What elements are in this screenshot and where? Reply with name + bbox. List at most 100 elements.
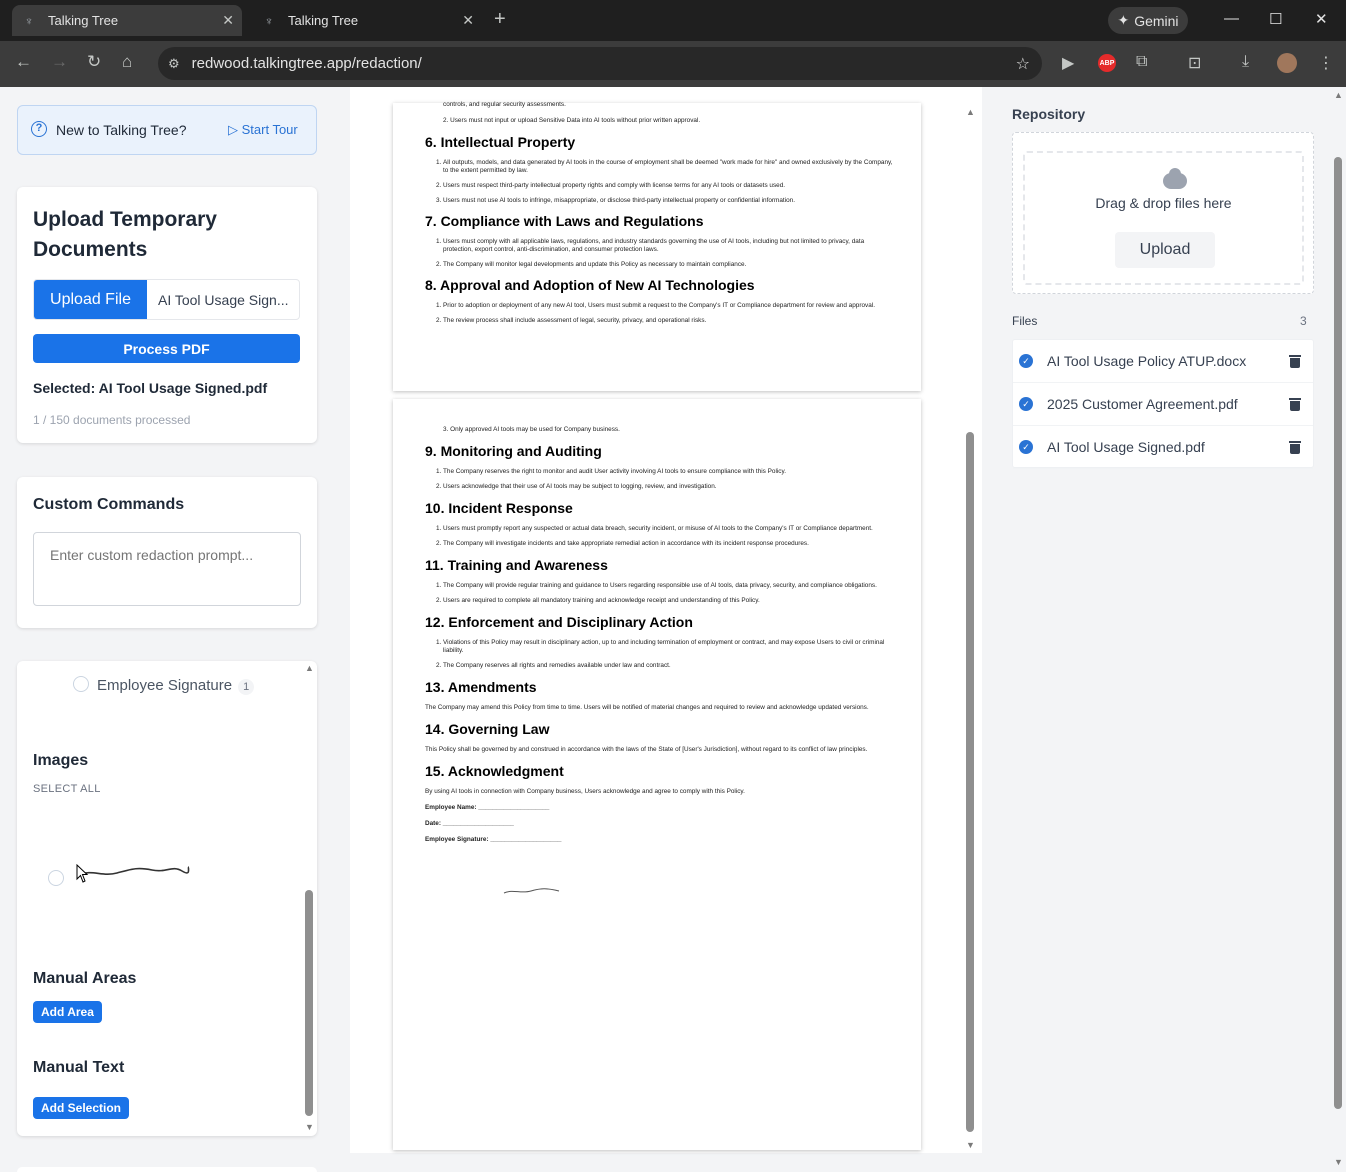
check-circle-icon: ✓ — [1019, 354, 1033, 368]
add-area-button[interactable]: Add Area — [33, 1001, 102, 1023]
custom-commands-title: Custom Commands — [33, 496, 185, 513]
date-field: Date: ____________________ — [425, 820, 514, 827]
pdf-list-item: 2. The review process shall include asses… — [436, 317, 707, 324]
page1-content: controls, and regular security assessmen… — [425, 101, 895, 325]
maximize-icon[interactable]: ☐ — [1269, 10, 1282, 28]
repository-panel: Repository Drag & drop files here Upload… — [1000, 87, 1330, 1172]
adblock-icon[interactable]: ABP — [1098, 54, 1116, 72]
file-name: AI Tool Usage Signed.pdf — [1047, 439, 1205, 455]
download-icon[interactable]: ⤓ — [1242, 53, 1249, 71]
dropzone[interactable]: Drag & drop files here Upload — [1012, 132, 1314, 294]
pdf-list-item: 1. Users must promptly report any suspect… — [436, 525, 873, 532]
files-count: 3 — [1300, 314, 1307, 328]
file-name: 2025 Customer Agreement.pdf — [1047, 396, 1238, 412]
check-circle-icon: ✓ — [1019, 440, 1033, 454]
tour-banner: ? New to Talking Tree? ▷ Start Tour — [17, 105, 317, 155]
page-scrollbar[interactable] — [1334, 157, 1342, 1109]
page-scroll-down-icon[interactable]: ▼ — [1334, 1157, 1343, 1167]
tab-search-icon[interactable]: ⊡ — [1188, 53, 1201, 73]
help-icon: ? — [31, 121, 47, 137]
tab-title: Talking Tree — [48, 13, 119, 28]
pdf-heading: 10. Incident Response — [425, 500, 573, 516]
viewer-scroll-up-icon[interactable]: ▲ — [966, 107, 975, 117]
custom-prompt-input[interactable] — [33, 532, 301, 606]
pdf-paragraph: This Policy shall be governed by and con… — [425, 746, 868, 753]
pdf-heading: 8. Approval and Adoption of New AI Techn… — [425, 277, 755, 293]
images-title: Images — [33, 752, 89, 769]
pdf-list-item: 1. The Company reserves the right to moni… — [436, 468, 787, 475]
add-selection-button[interactable]: Add Selection — [33, 1097, 130, 1119]
start-tour-button[interactable]: ▷ Start Tour — [228, 122, 298, 138]
scroll-down-arrow-icon[interactable]: ▼ — [305, 1122, 314, 1132]
files-label: Files — [1012, 314, 1038, 328]
home-icon[interactable]: ⌂ — [122, 52, 132, 72]
custom-commands-card: Custom Commands — [17, 477, 317, 628]
repository-upload-button[interactable]: Upload — [1115, 232, 1215, 268]
scroll-up-arrow-icon[interactable]: ▲ — [305, 663, 314, 673]
trash-icon[interactable] — [1289, 440, 1301, 454]
pdf-paragraph: The Company may amend this Policy from t… — [425, 704, 869, 711]
trash-icon[interactable] — [1289, 354, 1301, 368]
close-tab-icon[interactable]: ✕ — [222, 12, 234, 29]
entities-scrollbar[interactable] — [305, 890, 313, 1116]
process-pdf-button[interactable]: Process PDF — [33, 334, 300, 363]
signature-image-thumbnail[interactable] — [77, 857, 192, 885]
pdf-heading: 7. Compliance with Laws and Regulations — [425, 213, 704, 229]
tab-talking-tree[interactable]: ♆ Talking Tree ✕ — [252, 5, 482, 36]
browser-toolbar: ← → ↻ ⌂ ⚙ redwood.talkingtree.app/redact… — [0, 41, 1346, 87]
tab-talking-tree-active[interactable]: ♆ Talking Tree ✕ — [12, 5, 242, 36]
reload-icon[interactable]: ↻ — [87, 52, 101, 72]
pdf-line: 2. Users must not input or upload Sensit… — [443, 117, 701, 124]
dropzone-inner: Drag & drop files here Upload — [1023, 151, 1304, 285]
tour-text: New to Talking Tree? — [56, 122, 187, 138]
employee-signature-label: Employee Signature — [97, 677, 233, 694]
site-settings-icon[interactable]: ⚙ — [168, 56, 180, 72]
chosen-file-name: AI Tool Usage Sign... — [158, 291, 289, 308]
drag-drop-text: Drag & drop files here — [1095, 195, 1232, 211]
pdf-heading: 6. Intellectual Property — [425, 134, 576, 150]
files-list: ✓ AI Tool Usage Policy ATUP.docx ✓ 2025 … — [1012, 339, 1314, 469]
list-item[interactable]: ✓ AI Tool Usage Policy ATUP.docx — [1013, 340, 1313, 383]
file-picker: Upload File AI Tool Usage Sign... — [33, 279, 300, 320]
close-tab-icon[interactable]: ✕ — [462, 12, 474, 29]
manual-text-title: Manual Text — [33, 1059, 125, 1076]
pdf-list-item: 2. The Company reserves all rights and re… — [436, 662, 671, 669]
viewer-scroll-down-icon[interactable]: ▼ — [966, 1140, 975, 1150]
forward-icon[interactable]: → — [51, 52, 68, 72]
minimize-icon[interactable]: — — [1224, 10, 1239, 27]
image-select-radio[interactable] — [48, 870, 64, 886]
pdf-list-item: 1. Violations of this Policy may result i… — [436, 639, 885, 654]
next-card-edge — [17, 1167, 317, 1172]
left-sidebar: ? New to Talking Tree? ▷ Start Tour Uplo… — [0, 87, 334, 1172]
pdf-heading: 15. Acknowledgment — [425, 763, 564, 779]
list-item[interactable]: ✓ AI Tool Usage Signed.pdf — [1013, 426, 1313, 469]
documents-processed-count: 1 / 150 documents processed — [33, 413, 191, 427]
file-name: AI Tool Usage Policy ATUP.docx — [1047, 353, 1247, 369]
viewer-scrollbar[interactable] — [966, 432, 974, 1132]
back-icon[interactable]: ← — [15, 52, 32, 72]
pdf-list-item: 2. Users must respect third-party intelle… — [436, 182, 786, 189]
bookmark-star-icon[interactable]: ☆ — [1016, 54, 1030, 74]
tab-title: Talking Tree — [288, 13, 359, 28]
new-tab-icon[interactable]: + — [494, 8, 506, 31]
page-scroll-up-icon[interactable]: ▲ — [1334, 90, 1343, 100]
pdf-line: controls, and regular security assessmen… — [443, 101, 566, 108]
extensions-puzzle-icon[interactable]: ⧉ — [1136, 53, 1147, 71]
employee-signature-field: Employee Signature: ____________________ — [425, 836, 562, 843]
pdf-list-item: 2. The Company will investigate incidents… — [436, 540, 809, 547]
gemini-button[interactable]: ✦ Gemini — [1108, 7, 1188, 34]
list-item[interactable]: ✓ 2025 Customer Agreement.pdf — [1013, 383, 1313, 426]
address-bar[interactable]: ⚙ redwood.talkingtree.app/redaction/ ☆ — [158, 47, 1042, 80]
employee-signature-radio[interactable] — [73, 676, 89, 692]
menu-kebab-icon[interactable]: ⋮ — [1318, 53, 1334, 73]
trash-icon[interactable] — [1289, 397, 1301, 411]
select-all-link[interactable]: SELECT ALL — [33, 783, 101, 795]
mouse-cursor-icon — [76, 864, 89, 883]
employee-signature-option[interactable]: Employee Signature 1 — [97, 677, 255, 695]
media-extension-icon[interactable]: ▶ — [1062, 53, 1074, 73]
upload-file-button[interactable]: Upload File — [34, 280, 147, 319]
close-window-icon[interactable]: ✕ — [1315, 10, 1328, 28]
pdf-heading: 14. Governing Law — [425, 721, 550, 737]
pdf-heading: 9. Monitoring and Auditing — [425, 443, 602, 459]
profile-avatar[interactable] — [1277, 53, 1297, 73]
